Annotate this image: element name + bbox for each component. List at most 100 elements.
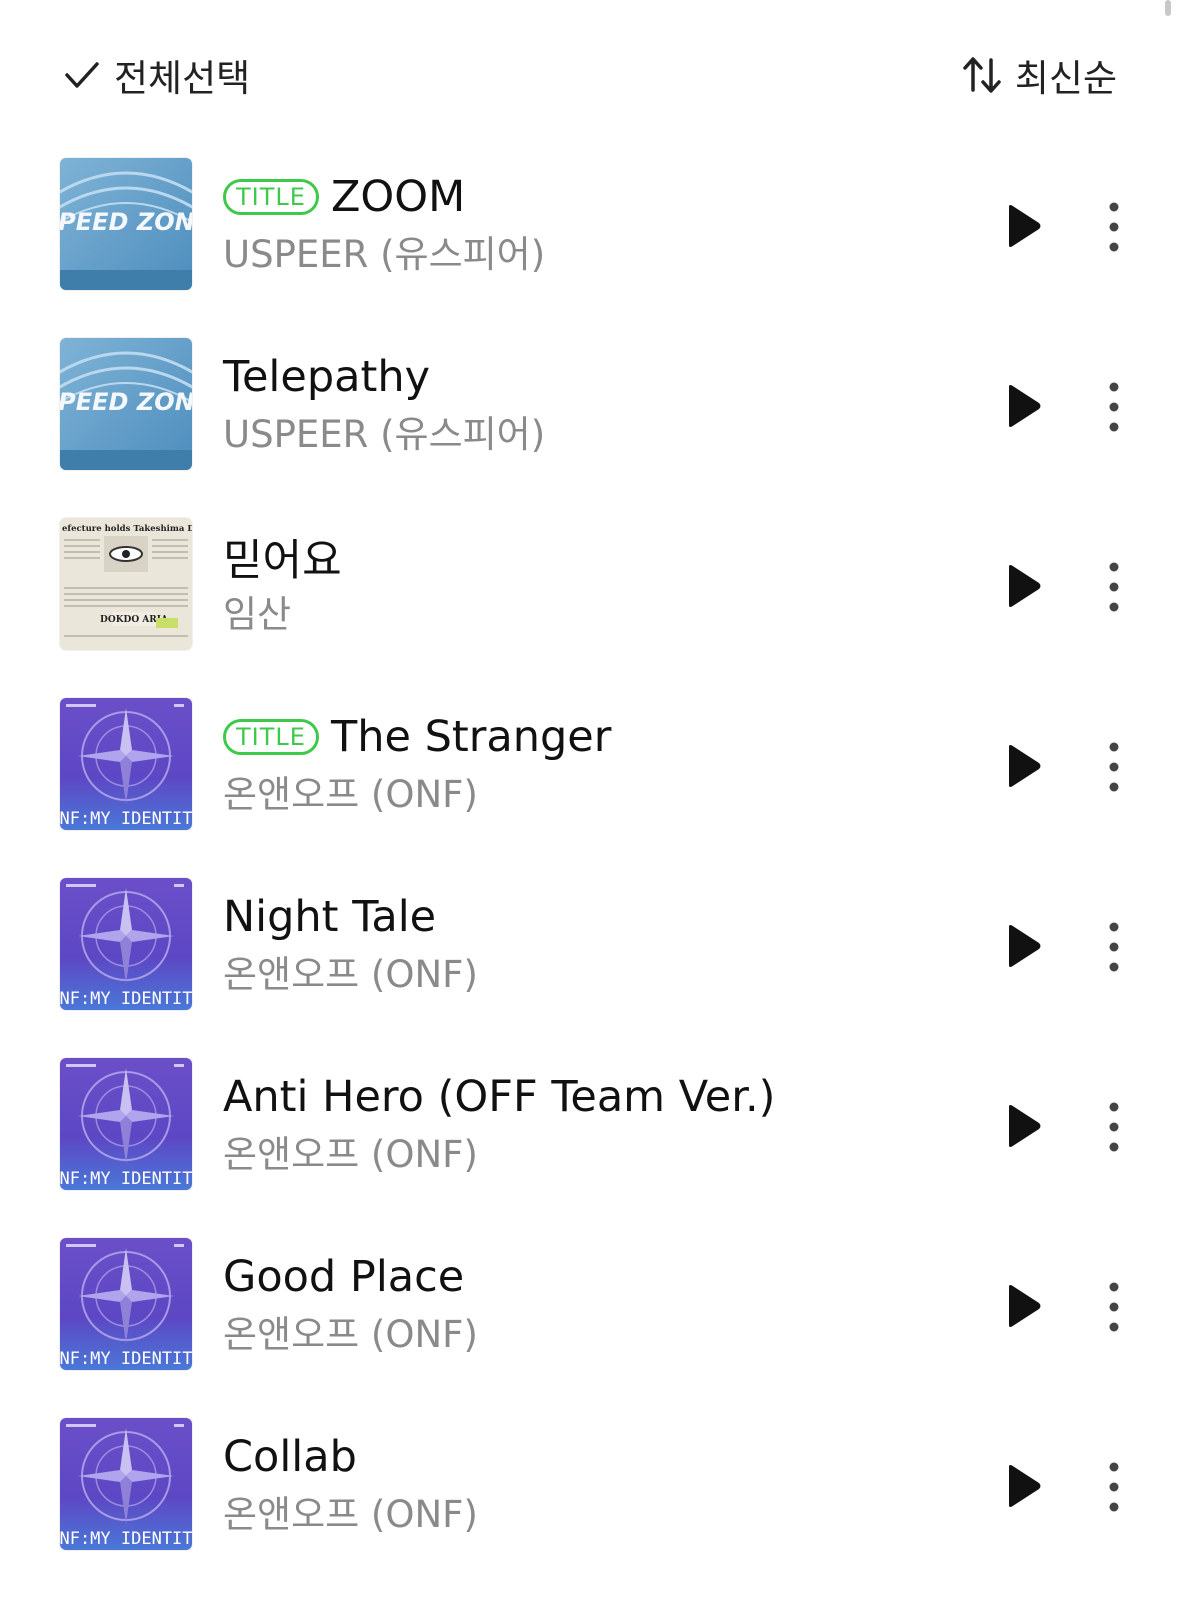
cover-logo-text: ONF:MY IDENTITY [60,1529,192,1549]
vertical-dots-icon [1109,1102,1119,1152]
track-title-row: Good Place [223,1248,963,1306]
select-all-label: 전체선택 [114,57,251,100]
track-info: Night Tale 온앤오프 (ONF) [223,888,963,1004]
more-options-button[interactable] [1102,1280,1126,1334]
album-cover[interactable]: ONF:MY IDENTITY [60,1238,192,1370]
track-title[interactable]: Night Tale [223,892,436,942]
vertical-dots-icon [1109,562,1119,612]
dokdo-aria-cover: efecture holds Takeshima Da DOKDO ARIA [60,518,192,650]
vertical-dots-icon [1109,742,1119,792]
track-info: 믿어요 임산 [223,528,963,644]
play-icon [1009,745,1041,787]
play-icon [1009,205,1041,247]
track-artist[interactable]: 온앤오프 (ONF) [223,1486,963,1544]
album-cover[interactable]: ONF:MY IDENTITY [60,1418,192,1550]
track-artist[interactable]: USPEER (유스피어) [223,406,963,464]
play-button[interactable] [1003,202,1043,250]
play-icon [1009,565,1041,607]
album-cover[interactable]: SPEED ZONE [60,158,192,290]
track-title[interactable]: The Stranger [331,712,612,762]
track-artist[interactable]: 온앤오프 (ONF) [223,766,963,824]
track-title[interactable]: ZOOM [331,172,465,222]
cover-logo-text: ONF:MY IDENTITY [60,989,192,1009]
track-title[interactable]: 믿어요 [223,526,342,588]
scrollbar[interactable] [1165,0,1171,16]
track-row[interactable]: ONF:MY IDENTITY Collab온앤오프 (ONF) [60,1418,1179,1598]
more-options-button[interactable] [1102,920,1126,974]
album-cover[interactable]: ONF:MY IDENTITY [60,698,192,830]
vertical-dots-icon [1109,922,1119,972]
track-info: Good Place 온앤오프 (ONF) [223,1248,963,1364]
vertical-dots-icon [1109,1282,1119,1332]
track-artist[interactable]: 온앤오프 (ONF) [223,1126,963,1184]
title-track-badge: TITLE [223,719,319,755]
vertical-dots-icon [1109,202,1119,252]
track-row[interactable]: efecture holds Takeshima Da DOKDO ARIA 믿… [60,518,1179,698]
track-list: SPEED ZONE TITLEZOOMUSPEER (유스피어) SPEED … [60,158,1179,1598]
play-button[interactable] [1003,1462,1043,1510]
track-info: Telepathy USPEER (유스피어) [223,348,963,464]
select-all-button[interactable]: 전체선택 [62,48,250,102]
track-title-row: TITLE ZOOM [223,168,963,226]
album-cover[interactable]: SPEED ZONE [60,338,192,470]
list-toolbar: 전체선택 최신순 [62,44,1117,106]
vertical-dots-icon [1109,1462,1119,1512]
track-row[interactable]: ONF:MY IDENTITY Good Place온앤오프 (ONF) [60,1238,1179,1418]
track-row[interactable]: ONF:MY IDENTITY Night Tale온앤오프 (ONF) [60,878,1179,1058]
onf-my-identity-cover: ONF:MY IDENTITY [60,1418,192,1550]
more-options-button[interactable] [1102,200,1126,254]
sort-button[interactable]: 최신순 [961,48,1117,102]
album-cover[interactable]: ONF:MY IDENTITY [60,1058,192,1190]
speed-zone-cover: SPEED ZONE [60,158,192,290]
onf-my-identity-cover: ONF:MY IDENTITY [60,878,192,1010]
play-button[interactable] [1003,742,1043,790]
play-button[interactable] [1003,382,1043,430]
checkmark-icon [62,55,102,95]
track-title-row: TITLE The Stranger [223,708,963,766]
more-options-button[interactable] [1102,380,1126,434]
track-artist[interactable]: USPEER (유스피어) [223,226,963,284]
track-title-row: 믿어요 [223,528,963,586]
track-row[interactable]: ONF:MY IDENTITY TITLE The Stranger온앤오프 (O… [60,698,1179,878]
album-cover[interactable]: efecture holds Takeshima Da DOKDO ARIA [60,518,192,650]
sort-arrows-icon [961,54,1003,96]
play-icon [1009,385,1041,427]
track-info: Collab 온앤오프 (ONF) [223,1428,963,1544]
cover-logo-text: ONF:MY IDENTITY [60,809,192,829]
track-row[interactable]: ONF:MY IDENTITY Anti Hero (OFF Team Ver.… [60,1058,1179,1238]
title-track-badge: TITLE [223,179,319,215]
track-title[interactable]: Good Place [223,1252,464,1302]
more-options-button[interactable] [1102,1460,1126,1514]
track-row[interactable]: SPEED ZONE TelepathyUSPEER (유스피어) [60,338,1179,518]
track-title-row: Anti Hero (OFF Team Ver.) [223,1068,963,1126]
play-icon [1009,1105,1041,1147]
track-title[interactable]: Telepathy [223,352,430,402]
track-artist[interactable]: 임산 [223,586,963,644]
onf-my-identity-cover: ONF:MY IDENTITY [60,1238,192,1370]
play-button[interactable] [1003,562,1043,610]
track-title-row: Telepathy [223,348,963,406]
play-button[interactable] [1003,922,1043,970]
track-row[interactable]: SPEED ZONE TITLE ZOOMUSPEER (유스피어) [60,158,1179,338]
more-options-button[interactable] [1102,740,1126,794]
track-title-row: Night Tale [223,888,963,946]
cover-logo-text: SPEED ZONE [60,208,192,236]
cover-logo-text: SPEED ZONE [60,388,192,416]
play-button[interactable] [1003,1102,1043,1150]
track-artist[interactable]: 온앤오프 (ONF) [223,946,963,1004]
more-options-button[interactable] [1102,560,1126,614]
track-info: TITLE ZOOM USPEER (유스피어) [223,168,963,284]
cover-headline-text: efecture holds Takeshima Da [62,524,192,534]
track-artist[interactable]: 온앤오프 (ONF) [223,1306,963,1364]
sort-label: 최신순 [1014,57,1117,100]
play-icon [1009,1465,1041,1507]
play-icon [1009,1285,1041,1327]
play-icon [1009,925,1041,967]
album-cover[interactable]: ONF:MY IDENTITY [60,878,192,1010]
track-info: TITLE The Stranger 온앤오프 (ONF) [223,708,963,824]
track-title[interactable]: Collab [223,1432,357,1482]
track-title-row: Collab [223,1428,963,1486]
more-options-button[interactable] [1102,1100,1126,1154]
play-button[interactable] [1003,1282,1043,1330]
track-title[interactable]: Anti Hero (OFF Team Ver.) [223,1072,775,1122]
